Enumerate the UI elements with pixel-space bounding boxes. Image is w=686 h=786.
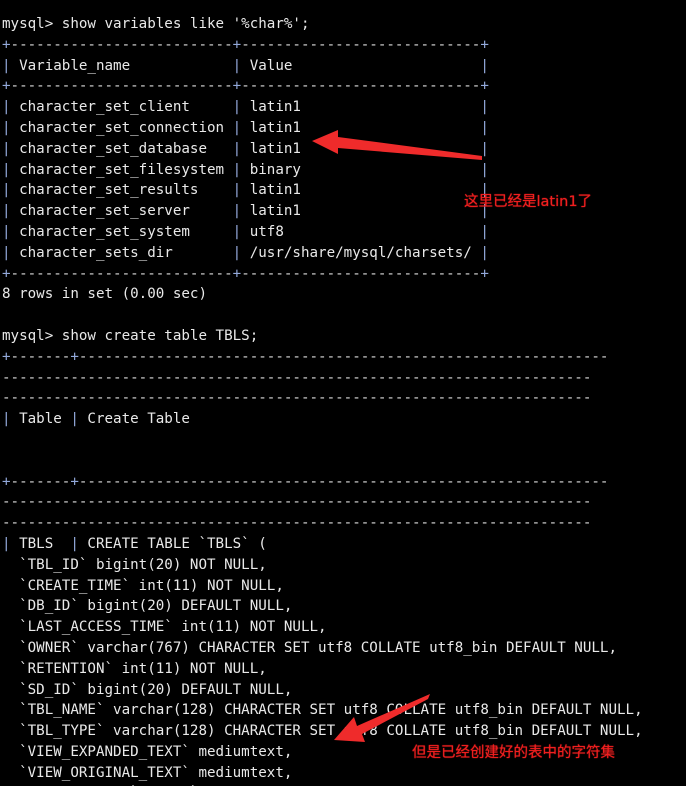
terminal-line: mysql> show create table TBLS;	[2, 327, 259, 344]
terminal-line: | Table | Create Table	[2, 411, 190, 428]
terminal-line: `SD_ID` bigint(20) DEFAULT NULL,	[2, 681, 293, 698]
terminal-line: `RETENTION` int(11) NOT NULL,	[2, 660, 267, 677]
terminal-line: | TBLS | CREATE TABLE `TBLS` (	[2, 535, 267, 552]
terminal-line: +--------------------------+------------…	[2, 78, 489, 95]
terminal-line: | character_set_connection | latin1 |	[2, 119, 489, 136]
terminal-line: ----------------------------------------…	[2, 390, 592, 407]
terminal-line: +--------------------------+------------…	[2, 265, 489, 282]
terminal-line: mysql> show variables like '%char%';	[2, 16, 310, 32]
annotation-line: 这里已经是latin1了	[464, 194, 593, 210]
terminal-line: `OWNER` varchar(767) CHARACTER SET utf8 …	[2, 639, 617, 656]
terminal-line: +-------+-------------------------------…	[2, 473, 609, 490]
terminal-line: ----------------------------------------…	[2, 369, 592, 386]
annotation-line: 但是已经创建好的表中的字符集	[412, 745, 615, 761]
terminal-line: | character_set_client | latin1 |	[2, 99, 489, 116]
terminal-line: `LAST_ACCESS_TIME` int(11) NOT NULL,	[2, 619, 327, 636]
annotation-charset-unchanged: 但是已经创建好的表中的字符集 却没有任何变化，你会发现所有 表都是这样	[412, 701, 615, 786]
terminal-output: mysql> show variables like '%char%'; +---…	[0, 0, 686, 786]
terminal-line: ----------------------------------------…	[2, 494, 592, 511]
terminal-line: | Variable_name | Value |	[2, 57, 489, 74]
terminal-window[interactable]: mysql> show variables like '%char%'; +---…	[0, 0, 686, 786]
terminal-line: `TBL_ID` bigint(20) NOT NULL,	[2, 556, 267, 573]
annotation-latin1: 这里已经是latin1了	[464, 150, 592, 255]
terminal-line: +--------------------------+------------…	[2, 36, 489, 53]
terminal-line: ----------------------------------------…	[2, 515, 592, 532]
terminal-line: +-------+-------------------------------…	[2, 348, 609, 365]
terminal-line: `DB_ID` bigint(20) DEFAULT NULL,	[2, 598, 293, 615]
terminal-line: `CREATE_TIME` int(11) NOT NULL,	[2, 577, 284, 594]
terminal-line: 8 rows in set (0.00 sec)	[2, 286, 207, 303]
